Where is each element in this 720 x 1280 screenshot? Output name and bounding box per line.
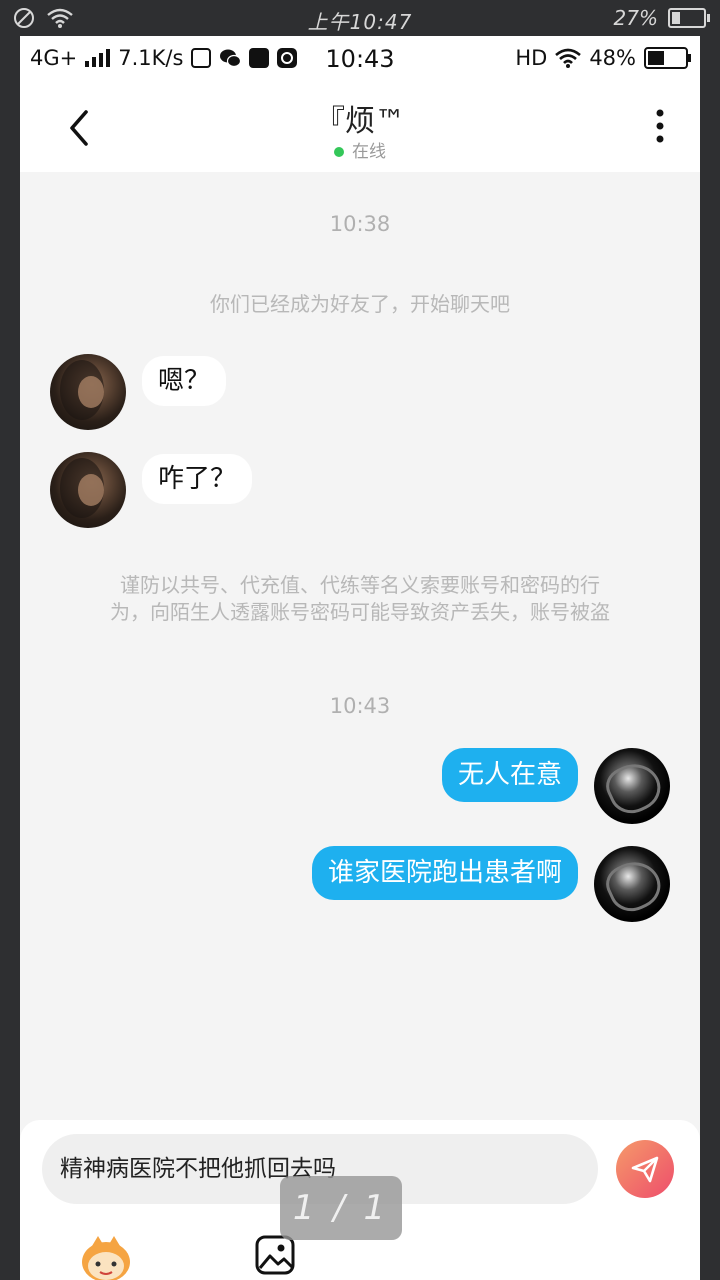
emoji-sticker-icon[interactable] (78, 1232, 134, 1280)
security-warning: 谨防以共号、代充值、代练等名义索要账号和密码的行 为，向陌生人透露账号密码可能导… (60, 572, 660, 626)
outgoing-message-bubble[interactable]: 谁家医院跑出患者啊 (311, 846, 578, 900)
security-warning-line: 谨防以共号、代充值、代练等名义索要账号和密码的行 (120, 573, 600, 597)
status-bar: 4G+ 7.1K/s 10:43 HD 48% (20, 36, 700, 84)
send-icon (631, 1156, 659, 1183)
message-timestamp: 10:43 (329, 694, 391, 718)
send-button[interactable] (616, 1140, 674, 1198)
battery-text: 48% (589, 46, 636, 70)
outgoing-message-bubble[interactable]: 无人在意 (441, 748, 578, 802)
wifi-icon (555, 48, 582, 68)
image-picker-icon[interactable] (254, 1234, 296, 1276)
outer-battery-text: 27% (613, 6, 658, 30)
image-viewer-pager: 1 / 1 (280, 1176, 402, 1240)
online-dot-icon (334, 147, 344, 157)
more-options-icon[interactable] (650, 108, 670, 148)
system-friend-notice: 你们已经成为好友了，开始聊天吧 (210, 292, 510, 316)
hd-indicator: HD (515, 46, 548, 70)
online-status: 在线 (20, 137, 700, 162)
online-status-label: 在线 (352, 142, 386, 162)
contact-name: 『烦™ (315, 104, 405, 139)
battery-icon (644, 47, 691, 69)
security-warning-line: 为，向陌生人透露账号密码可能导致资产丢失，账号被盗 (110, 600, 610, 624)
my-avatar[interactable] (594, 846, 670, 922)
outer-time: 上午10:47 (307, 10, 413, 34)
phone-screen: 4G+ 7.1K/s 10:43 HD 48% 『烦™ 在线 10:38 你们已… (20, 36, 700, 1280)
chat-header: 『烦™ 在线 (20, 84, 700, 172)
my-avatar[interactable] (594, 748, 670, 824)
incoming-message-bubble[interactable]: 咋了？ (142, 454, 253, 504)
battery-icon (668, 8, 710, 28)
incoming-message-bubble[interactable]: 嗯？ (142, 356, 227, 406)
chat-area[interactable]: 10:38 你们已经成为好友了，开始聊天吧 嗯？ 咋了？ 谨防以共号、代充值、代… (20, 172, 700, 1120)
outer-status-bar: 上午10:47 27% (0, 0, 720, 36)
contact-avatar[interactable] (50, 452, 126, 528)
message-timestamp: 10:38 (329, 212, 391, 236)
contact-avatar[interactable] (50, 354, 126, 430)
